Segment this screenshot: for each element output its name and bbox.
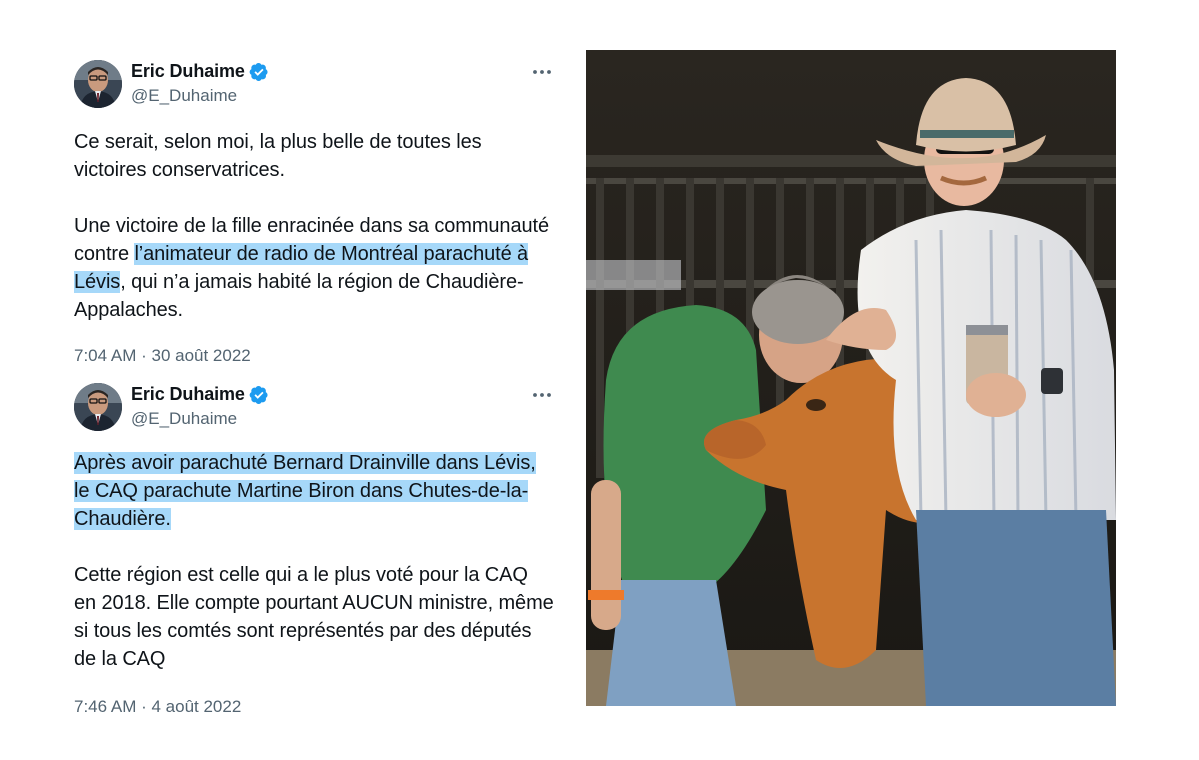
- verified-badge-icon: [249, 62, 269, 82]
- tweet-text-segment: Ce serait, selon moi, la plus belle de t…: [74, 131, 482, 181]
- tweet-text: Ce serait, selon moi, la plus belle de t…: [74, 128, 554, 324]
- tweet-time[interactable]: 7:46 AM: [74, 697, 136, 716]
- tweet-date[interactable]: 4 août 2022: [151, 697, 241, 716]
- more-options-icon[interactable]: [530, 385, 554, 405]
- tweet-date[interactable]: 30 août 2022: [151, 346, 250, 365]
- photo: [586, 50, 1116, 706]
- photo-illustration: [586, 50, 1116, 706]
- timestamp-separator: ·: [136, 697, 152, 716]
- tweet-paragraph: Une victoire de la fille enracinée dans …: [74, 212, 554, 324]
- author-name[interactable]: Eric Duhaime: [131, 384, 245, 405]
- tweet-time[interactable]: 7:04 AM: [74, 346, 136, 365]
- verified-badge-icon: [249, 385, 269, 405]
- avatar[interactable]: [74, 383, 122, 431]
- highlighted-text: Après avoir parachuté Bernard Drainville…: [74, 452, 536, 530]
- author-name-row: Eric Duhaime: [131, 384, 269, 405]
- tweet-card: Eric Duhaime @E_Duhaime Après avoir para…: [74, 379, 554, 717]
- tweet-card: Eric Duhaime @E_Duhaime Ce serait, selon…: [74, 56, 554, 366]
- author-name-row: Eric Duhaime: [131, 61, 269, 82]
- timestamp-separator: ·: [136, 346, 152, 365]
- tweet-paragraph: Cette région est celle qui a le plus vot…: [74, 561, 554, 673]
- tweet-timestamp: 7:46 AM · 4 août 2022: [74, 697, 554, 717]
- tweet-text: Après avoir parachuté Bernard Drainville…: [74, 449, 554, 673]
- more-options-icon[interactable]: [530, 62, 554, 82]
- tweet-text-segment: , qui n’a jamais habité la région de Cha…: [74, 271, 524, 321]
- tweet-paragraph: Ce serait, selon moi, la plus belle de t…: [74, 128, 554, 184]
- author-name[interactable]: Eric Duhaime: [131, 61, 245, 82]
- tweet-text-segment: Cette région est celle qui a le plus vot…: [74, 564, 554, 670]
- tweet-header: Eric Duhaime @E_Duhaime: [74, 379, 554, 435]
- tweet-timestamp: 7:04 AM · 30 août 2022: [74, 346, 554, 366]
- avatar[interactable]: [74, 60, 122, 108]
- author-handle[interactable]: @E_Duhaime: [131, 86, 237, 106]
- tweet-header: Eric Duhaime @E_Duhaime: [74, 56, 554, 112]
- author-handle[interactable]: @E_Duhaime: [131, 409, 237, 429]
- tweet-paragraph: Après avoir parachuté Bernard Drainville…: [74, 449, 554, 533]
